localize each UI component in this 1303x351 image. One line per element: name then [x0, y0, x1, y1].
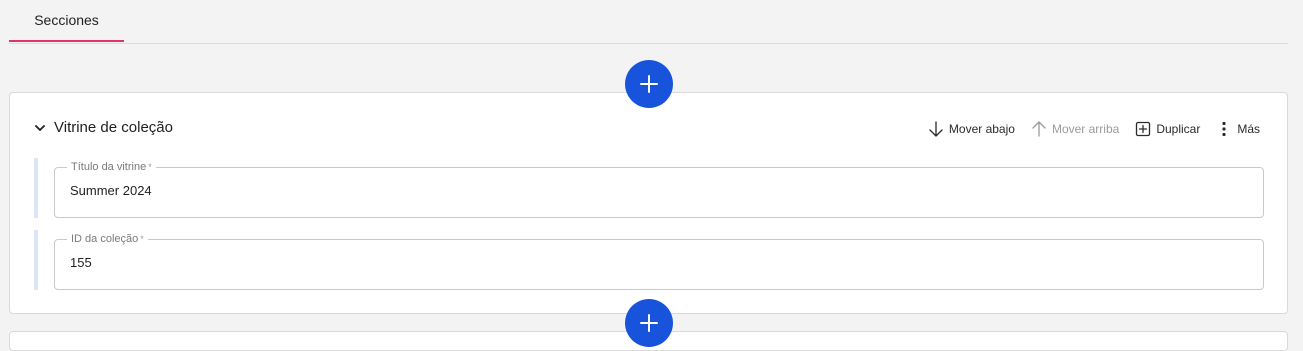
chevron-down-icon: [35, 124, 45, 131]
more-button[interactable]: Más: [1215, 120, 1260, 138]
tab-secciones[interactable]: Secciones: [9, 0, 124, 42]
section-title: Vitrine de coleção: [54, 119, 173, 136]
duplicate-button[interactable]: Duplicar: [1134, 120, 1200, 138]
move-up-label: Mover arriba: [1051, 122, 1120, 136]
more-label: Más: [1237, 122, 1260, 136]
field-indent-bar: [34, 230, 38, 290]
move-down-button[interactable]: Mover abajo: [927, 120, 1015, 138]
arrow-up-icon: [1032, 121, 1046, 137]
tab-bar: Secciones: [9, 0, 1288, 44]
showcase-title-field[interactable]: Título da vitrine * Summer 2024: [54, 161, 1264, 218]
duplicate-icon: [1136, 121, 1151, 137]
showcase-title-label-text: Título da vitrine: [71, 161, 147, 173]
collection-id-label: ID da coleção *: [67, 233, 148, 245]
more-vertical-icon: [1222, 121, 1226, 137]
add-section-button-top[interactable]: [625, 60, 673, 108]
plus-icon: [640, 75, 658, 93]
plus-icon: [640, 314, 658, 332]
move-down-label: Mover abajo: [948, 122, 1015, 136]
duplicate-label: Duplicar: [1156, 122, 1201, 136]
required-mark: *: [148, 162, 152, 172]
showcase-title-label: Título da vitrine *: [67, 161, 156, 173]
section-collapse-toggle[interactable]: Vitrine de coleção: [34, 119, 173, 136]
field-row-title: Título da vitrine * Summer 2024: [34, 158, 1264, 218]
collection-id-label-text: ID da coleção: [71, 233, 139, 245]
arrow-down-icon: [929, 121, 943, 137]
move-up-button[interactable]: Mover arriba: [1030, 120, 1119, 138]
field-indent-bar: [34, 158, 38, 218]
collection-id-value: 155: [70, 255, 92, 270]
required-mark: *: [140, 234, 144, 244]
add-section-button-bottom[interactable]: [625, 299, 673, 347]
section-card: Vitrine de coleção Mover abajo Mover arr…: [9, 92, 1288, 314]
field-row-collection-id: ID da coleção * 155: [34, 230, 1264, 290]
showcase-title-value: Summer 2024: [70, 183, 152, 198]
collection-id-field[interactable]: ID da coleção * 155: [54, 233, 1264, 290]
section-actions: Mover abajo Mover arriba Duplicar Más: [912, 120, 1260, 138]
